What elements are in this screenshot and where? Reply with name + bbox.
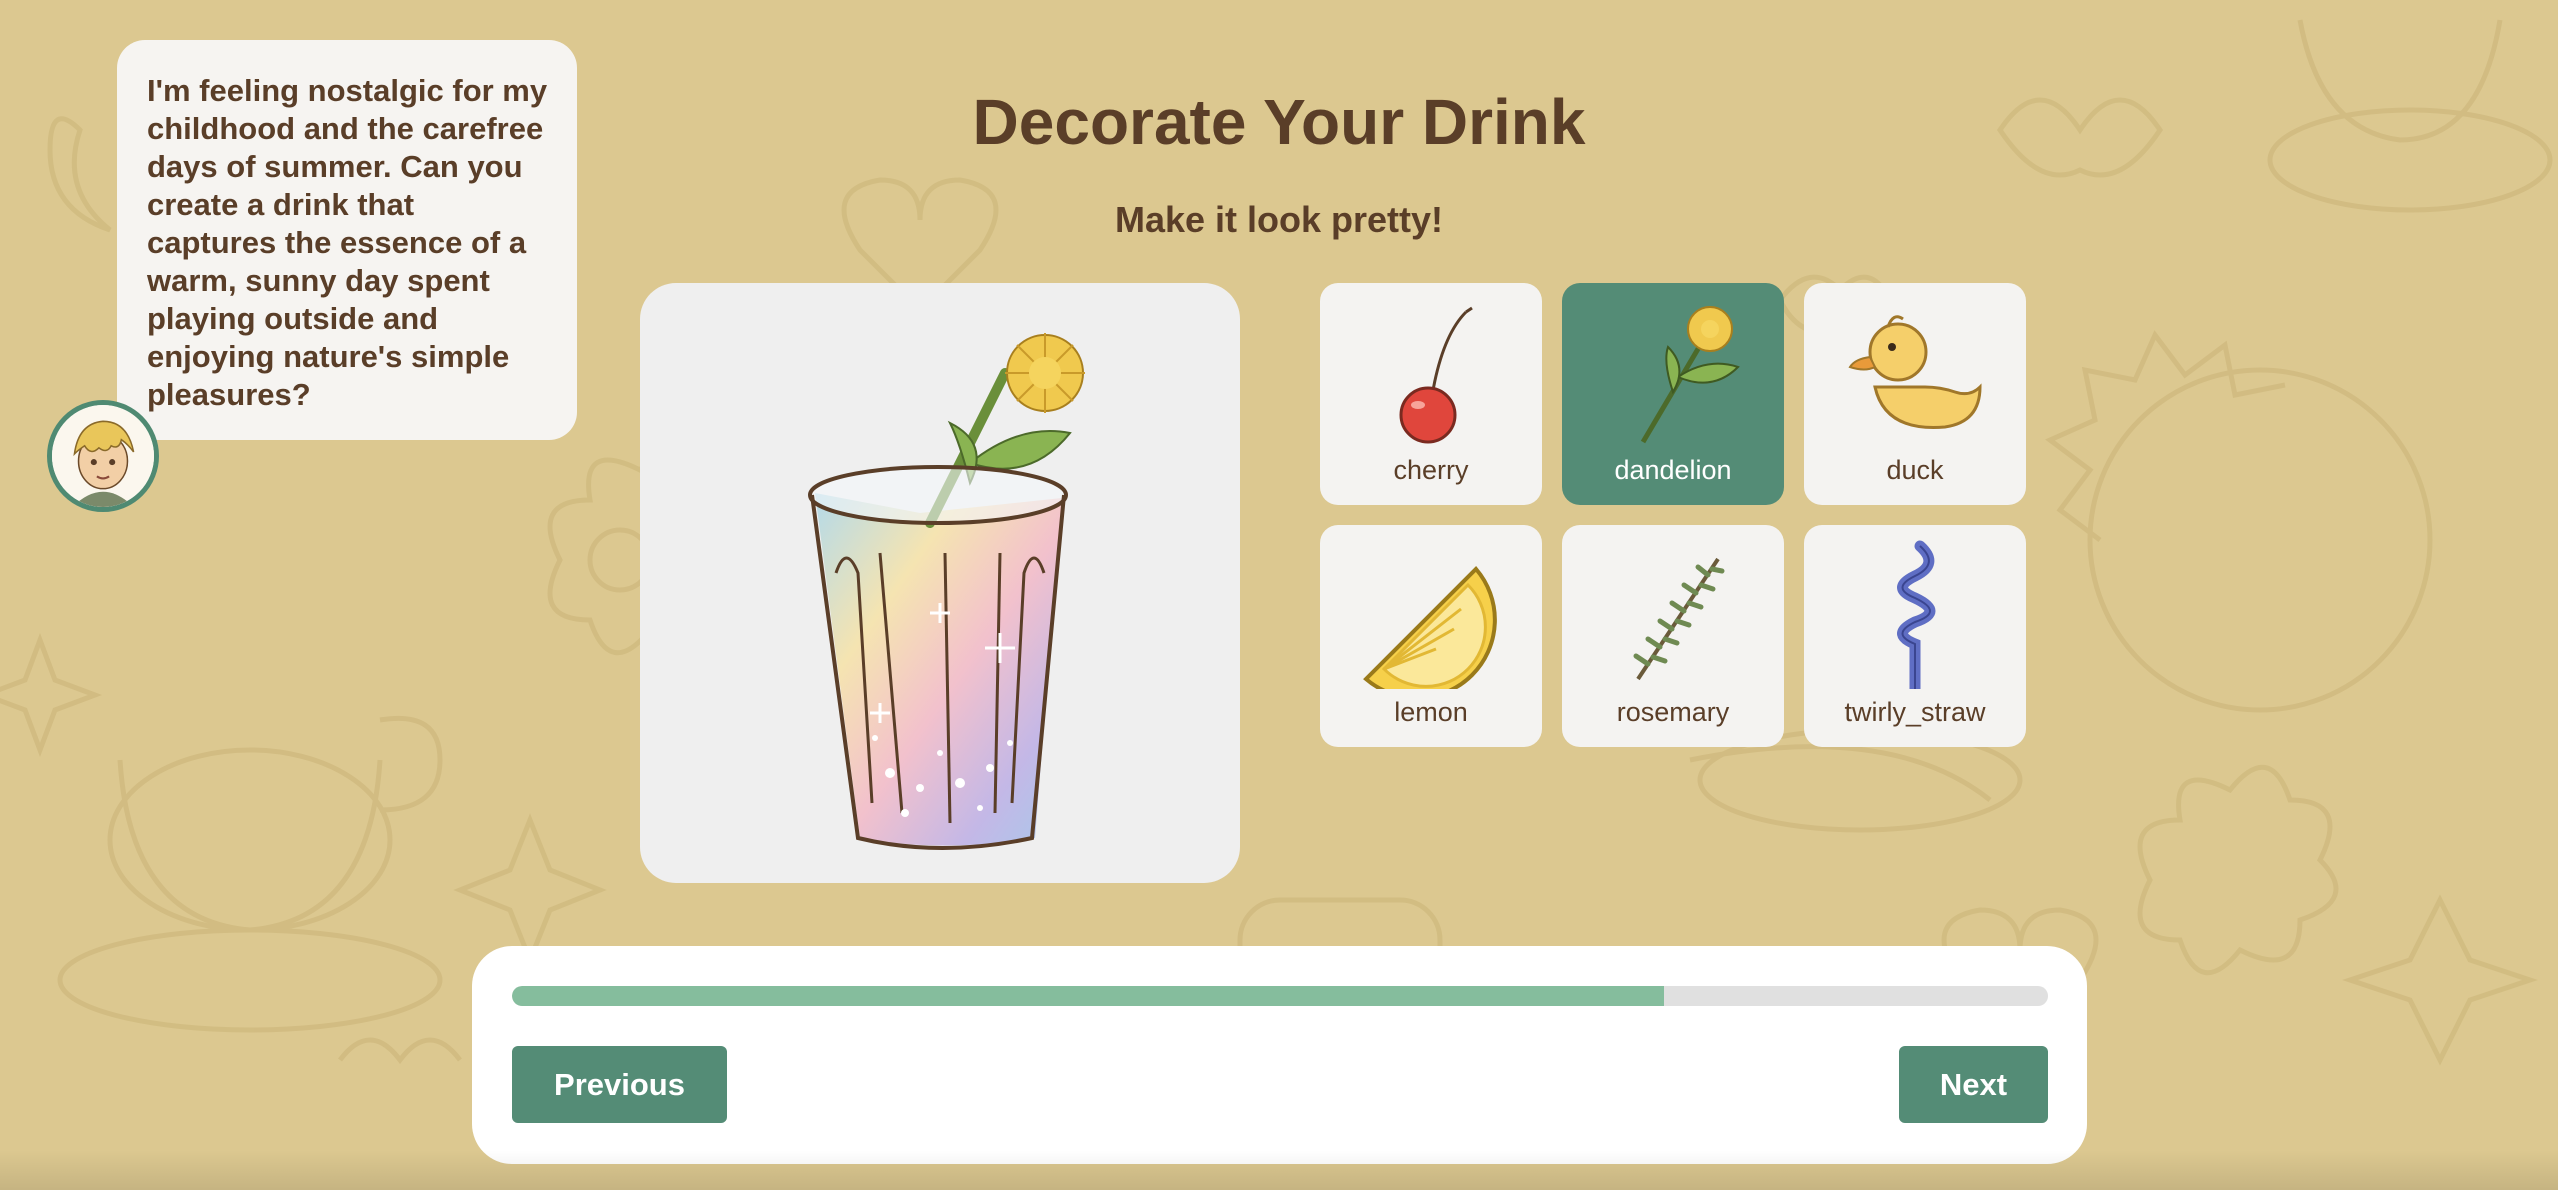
option-label: lemon: [1394, 697, 1468, 727]
option-duck[interactable]: duck: [1804, 283, 2026, 505]
previous-button[interactable]: Previous: [512, 1046, 727, 1123]
progress-bar-fill: [512, 986, 1664, 1006]
dandelion-icon: [1640, 306, 1740, 444]
page-title: Decorate Your Drink: [972, 86, 1586, 158]
bottom-shade: [0, 1150, 2558, 1190]
decorated-drink-illustration: [808, 333, 1085, 850]
option-label: rosemary: [1616, 697, 1730, 727]
option-twirly-straw[interactable]: twirly_straw: [1804, 525, 2026, 747]
option-lemon[interactable]: lemon: [1320, 525, 1542, 747]
option-dandelion[interactable]: dandelion: [1562, 283, 1784, 505]
drink-preview-panel: [640, 283, 1240, 883]
rosemary-icon: [1633, 557, 1725, 681]
option-cherry[interactable]: cherry: [1320, 283, 1542, 505]
option-label: cherry: [1393, 455, 1469, 485]
cherry-icon: [1399, 306, 1473, 444]
page-subtitle: Make it look pretty!: [1114, 199, 1444, 240]
bottom-navigation-panel: Previous Next: [472, 946, 2087, 1164]
progress-bar: [512, 986, 2048, 1006]
duck-icon: [1848, 315, 1982, 429]
twirly-straw-icon: [1897, 540, 1936, 689]
option-label: dandelion: [1614, 455, 1732, 485]
option-rosemary[interactable]: rosemary: [1562, 525, 1784, 747]
customer-face-icon: [52, 405, 154, 507]
next-button[interactable]: Next: [1899, 1046, 2048, 1123]
option-label: duck: [1886, 455, 1944, 485]
customer-avatar: [47, 400, 159, 512]
option-label: twirly_straw: [1844, 697, 1986, 727]
lemon-icon: [1363, 566, 1497, 689]
